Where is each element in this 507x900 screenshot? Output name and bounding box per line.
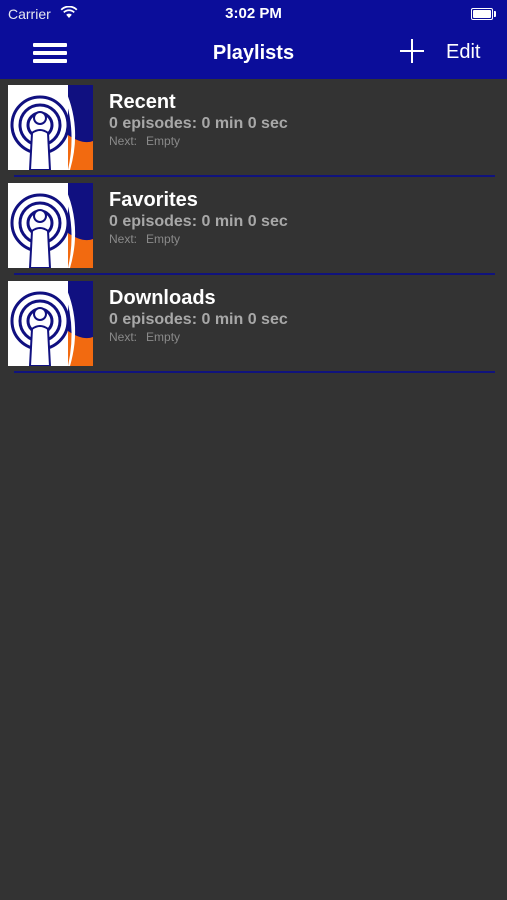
navigation-bar: Playlists Edit	[0, 28, 507, 79]
status-time: 3:02 PM	[225, 5, 282, 22]
status-bar: Carrier 3:02 PM	[0, 0, 507, 28]
podcast-artwork-icon	[8, 281, 93, 366]
playlist-title: Favorites	[109, 189, 198, 211]
playlist-title: Recent	[109, 91, 176, 113]
podcast-artwork-icon	[8, 183, 93, 268]
row-divider	[14, 371, 495, 373]
playlist-row-downloads[interactable]: Downloads 0 episodes: 0 min 0 sec Next: E…	[0, 275, 507, 373]
playlist-row-favorites[interactable]: Favorites 0 episodes: 0 min 0 sec Next: E…	[0, 177, 507, 275]
battery-icon	[471, 8, 496, 20]
playlist-list: Recent 0 episodes: 0 min 0 sec Next: Empt…	[0, 79, 507, 373]
playlist-row-recent[interactable]: Recent 0 episodes: 0 min 0 sec Next: Empt…	[0, 79, 507, 177]
playlist-summary: 0 episodes: 0 min 0 sec	[109, 213, 288, 230]
playlist-title: Downloads	[109, 287, 216, 309]
playlist-summary: 0 episodes: 0 min 0 sec	[109, 115, 288, 132]
playlist-next: Next: Empty	[109, 232, 181, 246]
podcast-artwork-icon	[8, 85, 93, 170]
playlist-next: Next: Empty	[109, 330, 181, 344]
add-playlist-button[interactable]	[400, 39, 424, 63]
page-title: Playlists	[212, 42, 295, 64]
edit-button[interactable]: Edit	[446, 41, 480, 64]
playlist-summary: 0 episodes: 0 min 0 sec	[109, 311, 288, 328]
hamburger-menu-icon[interactable]	[33, 43, 67, 65]
playlist-next: Next: Empty	[109, 134, 181, 148]
